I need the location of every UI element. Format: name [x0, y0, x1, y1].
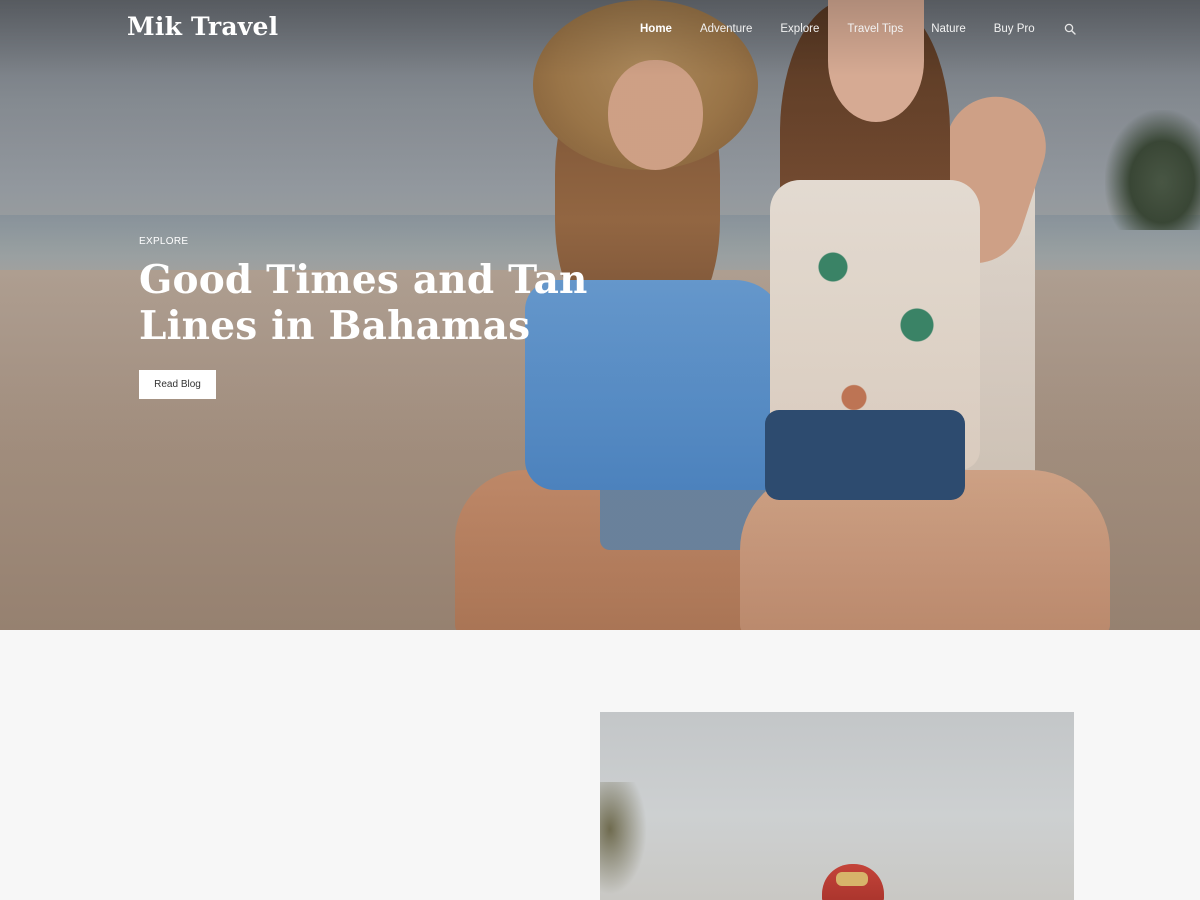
hero-content: EXPLORE Good Times and Tan Lines in Baha… [139, 236, 699, 399]
thumbnail-foliage [600, 782, 650, 900]
hero-banner: Mik Travel Home Adventure Explore Travel… [0, 0, 1200, 630]
site-header: Mik Travel Home Adventure Explore Travel… [0, 0, 1200, 58]
nav-item-explore[interactable]: Explore [780, 23, 819, 35]
nav-item-travel-tips[interactable]: Travel Tips [847, 23, 903, 35]
hero-category[interactable]: EXPLORE [139, 236, 699, 247]
site-logo[interactable]: Mik Travel [127, 12, 278, 41]
thumbnail-cap-band [836, 872, 868, 886]
nav-item-home[interactable]: Home [640, 23, 672, 35]
main-nav: Home Adventure Explore Travel Tips Natur… [640, 20, 1063, 38]
content-section [0, 630, 1200, 900]
read-blog-button[interactable]: Read Blog [139, 370, 216, 399]
nav-item-nature[interactable]: Nature [931, 23, 966, 35]
search-icon[interactable] [1064, 22, 1076, 35]
nav-item-adventure[interactable]: Adventure [700, 23, 752, 35]
hero-title[interactable]: Good Times and Tan Lines in Bahamas [139, 257, 699, 349]
post-thumbnail[interactable] [600, 712, 1074, 900]
nav-item-buy-pro[interactable]: Buy Pro [994, 23, 1035, 35]
